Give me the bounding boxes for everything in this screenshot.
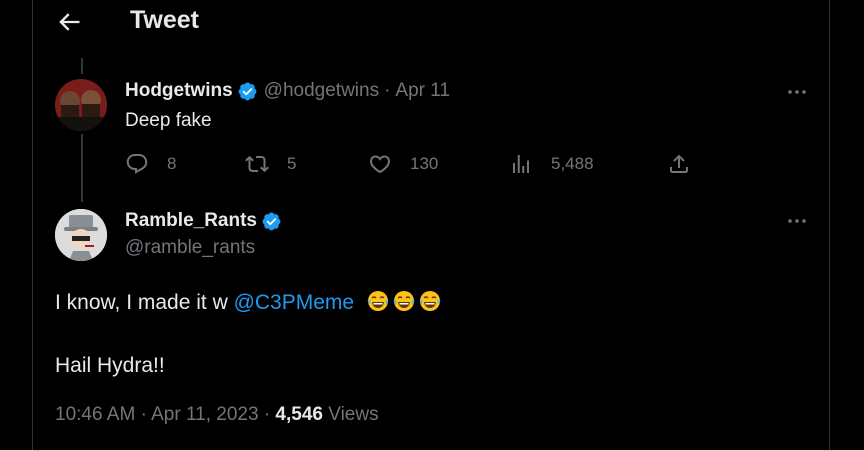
author-handle[interactable]: @ramble_rants [125,237,255,259]
tweet-text: Deep fake [125,110,212,131]
view-count: 5,488 [551,154,594,173]
laughing-tears-emoji-icon [419,291,441,311]
page-title: Tweet [130,6,199,34]
more-options-icon[interactable] [785,209,809,233]
thread-line [81,134,83,202]
separator-dot: · [140,404,147,425]
tweet-date[interactable]: Apr 11 [395,80,450,102]
avatar-hodgetwins[interactable] [55,79,107,131]
views-label: Views [328,404,379,425]
separator-dot: · [263,404,271,425]
reply-count: 8 [167,154,177,173]
tweet-time[interactable]: 10:46 AM [55,404,135,425]
tweet-text-line1: I know, I made it w @C3PMeme [55,289,442,315]
tweet-column: Tweet Hodgetwins @hodgetwins · Apr 11 De… [32,0,830,450]
main-tweet-header: Ramble_Rants [125,210,282,232]
tweet-text: I know, I made it w [55,291,234,314]
heart-icon [369,155,391,174]
author-name[interactable]: Hodgetwins [125,80,233,102]
like-count: 130 [410,154,439,173]
separator-dot: · [384,80,391,101]
mention-link[interactable]: @C3PMeme [234,291,355,314]
laughing-tears-emoji-icon [367,291,389,311]
views-count: 4,546 [275,404,323,425]
header: Tweet [33,0,829,44]
thread-line [81,58,83,74]
analytics-icon [513,155,529,173]
author-name[interactable]: Ramble_Rants [125,210,257,232]
tweet-date[interactable]: Apr 11, 2023 [151,404,258,425]
more-options-icon[interactable] [785,80,809,104]
retweet-icon [245,155,269,173]
parent-tweet-header: Hodgetwins @hodgetwins · Apr 11 [125,80,450,102]
laughing-tears-emoji-icon [393,291,415,311]
retweet-button[interactable]: 5 [245,152,296,176]
reply-icon [126,154,148,174]
avatar-ramble-rants[interactable] [55,209,107,261]
verified-badge-icon [262,212,281,230]
like-button[interactable]: 130 [368,152,438,176]
tweet-metadata: 10:46 AM · Apr 11, 2023 · 4,546 Views [55,404,379,426]
retweet-count: 5 [287,154,297,173]
views-button[interactable]: 5,488 [509,152,594,176]
author-handle[interactable]: @hodgetwins [264,80,379,102]
share-icon[interactable] [667,152,691,176]
tweet-text-line2: Hail Hydra!! [55,354,165,377]
back-arrow-icon[interactable] [55,8,83,36]
reply-button[interactable]: 8 [125,152,176,176]
verified-badge-icon [238,82,257,100]
